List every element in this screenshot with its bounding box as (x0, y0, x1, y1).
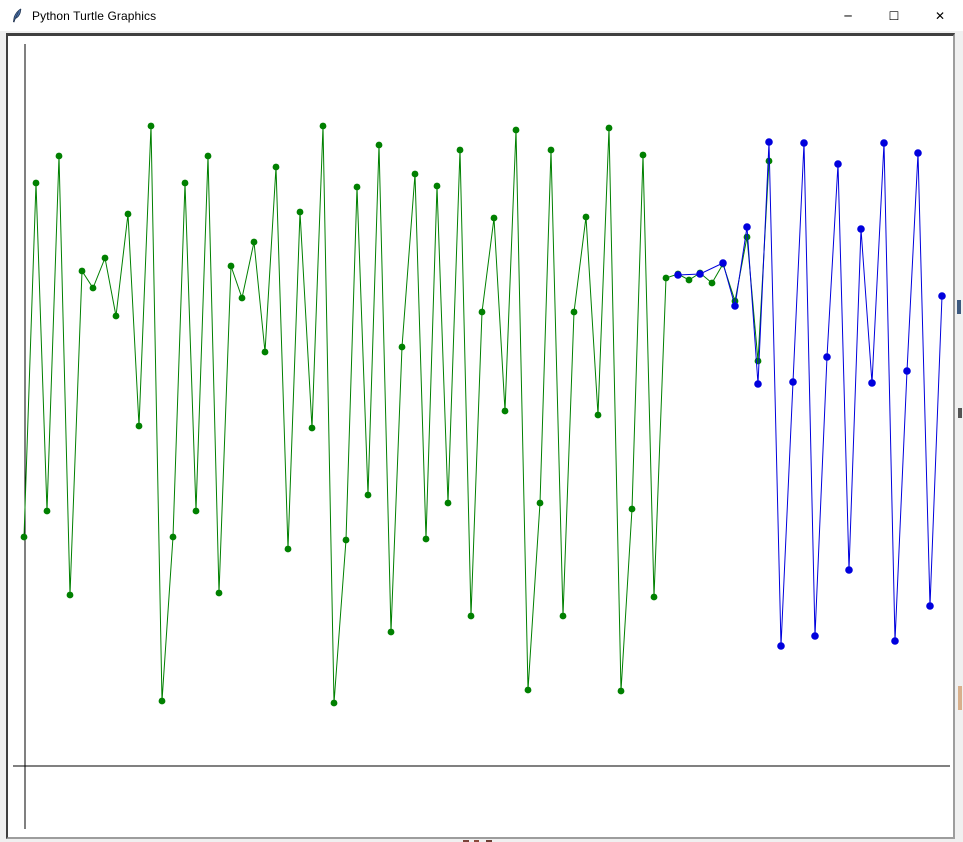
green-series-point (491, 215, 498, 222)
green-series-point (331, 700, 338, 707)
window-controls: ─ ☐ ✕ (825, 0, 963, 31)
green-series-point (560, 613, 567, 620)
green-series-point (21, 534, 28, 541)
turtle-plot (8, 36, 951, 834)
green-series-point (125, 211, 132, 218)
green-series-point (216, 590, 223, 597)
green-series-point (79, 268, 86, 275)
green-series-point (651, 594, 658, 601)
green-series-point (571, 309, 578, 316)
green-series-point (663, 275, 670, 282)
green-series-point (273, 164, 280, 171)
blue-series-point (868, 379, 876, 387)
green-series-point (755, 358, 762, 365)
screen-artifact (958, 408, 962, 418)
green-series-point (343, 537, 350, 544)
green-series-point (320, 123, 327, 130)
green-series-point (595, 412, 602, 419)
green-series-point (412, 171, 419, 178)
green-series-point (170, 534, 177, 541)
green-series-point (365, 492, 372, 499)
green-series-point (468, 613, 475, 620)
blue-series-point (719, 259, 727, 267)
green-series-point (686, 277, 693, 284)
blue-series-point (926, 602, 934, 610)
titlebar: Python Turtle Graphics ─ ☐ ✕ (0, 0, 963, 31)
green-series-point (618, 688, 625, 695)
green-series-point (228, 263, 235, 270)
green-series-point (90, 285, 97, 292)
green-series-point (479, 309, 486, 316)
blue-series-point (845, 566, 853, 574)
green-series-point (434, 183, 441, 190)
green-series-point (709, 280, 716, 287)
green-series-point (513, 127, 520, 134)
green-series-point (548, 147, 555, 154)
close-button[interactable]: ✕ (917, 0, 963, 31)
blue-series-point (743, 223, 751, 231)
python-tk-feather-icon (9, 8, 25, 24)
green-series-point (354, 184, 361, 191)
blue-series-point (811, 632, 819, 640)
maximize-button[interactable]: ☐ (871, 0, 917, 31)
green-series-point (640, 152, 647, 159)
green-series-point (537, 500, 544, 507)
green-series-point (193, 508, 200, 515)
blue-series-point (731, 302, 739, 310)
green-series-point (44, 508, 51, 515)
green-series-point (629, 506, 636, 513)
app-window: Python Turtle Graphics ─ ☐ ✕ (0, 0, 963, 842)
blue-series-point (903, 367, 911, 375)
blue-series-line (678, 142, 942, 646)
blue-series-point (938, 292, 946, 300)
green-series-point (309, 425, 316, 432)
green-series-point (445, 500, 452, 507)
green-series-point (606, 125, 613, 132)
green-series-point (423, 536, 430, 543)
green-series-point (67, 592, 74, 599)
green-series-line (24, 126, 769, 703)
green-series-point (457, 147, 464, 154)
green-series-point (102, 255, 109, 262)
green-series-point (148, 123, 155, 130)
green-series-point (136, 423, 143, 430)
green-series-point (113, 313, 120, 320)
minimize-button[interactable]: ─ (825, 0, 871, 31)
blue-series-point (891, 637, 899, 645)
screen-artifact (958, 686, 962, 710)
blue-series-point (823, 353, 831, 361)
blue-series-point (765, 138, 773, 146)
blue-series-point (674, 271, 682, 279)
green-series-point (251, 239, 258, 246)
green-series-point (285, 546, 292, 553)
green-series-point (182, 180, 189, 187)
green-series-point (56, 153, 63, 160)
green-series-point (239, 295, 246, 302)
green-series-point (388, 629, 395, 636)
blue-series-point (789, 378, 797, 386)
blue-series-point (880, 139, 888, 147)
blue-series-point (834, 160, 842, 168)
green-series-point (205, 153, 212, 160)
green-series-point (376, 142, 383, 149)
screen-artifact (957, 300, 961, 314)
green-series-point (262, 349, 269, 356)
blue-series-point (800, 139, 808, 147)
blue-series-point (754, 380, 762, 388)
green-series-point (159, 698, 166, 705)
green-series-point (525, 687, 532, 694)
window-title: Python Turtle Graphics (32, 9, 156, 23)
blue-series-point (777, 642, 785, 650)
green-series-point (297, 209, 304, 216)
green-series-point (399, 344, 406, 351)
green-series-point (583, 214, 590, 221)
blue-series-point (696, 270, 704, 278)
green-series-point (33, 180, 40, 187)
green-series-point (502, 408, 509, 415)
blue-series-point (857, 225, 865, 233)
blue-series-point (914, 149, 922, 157)
